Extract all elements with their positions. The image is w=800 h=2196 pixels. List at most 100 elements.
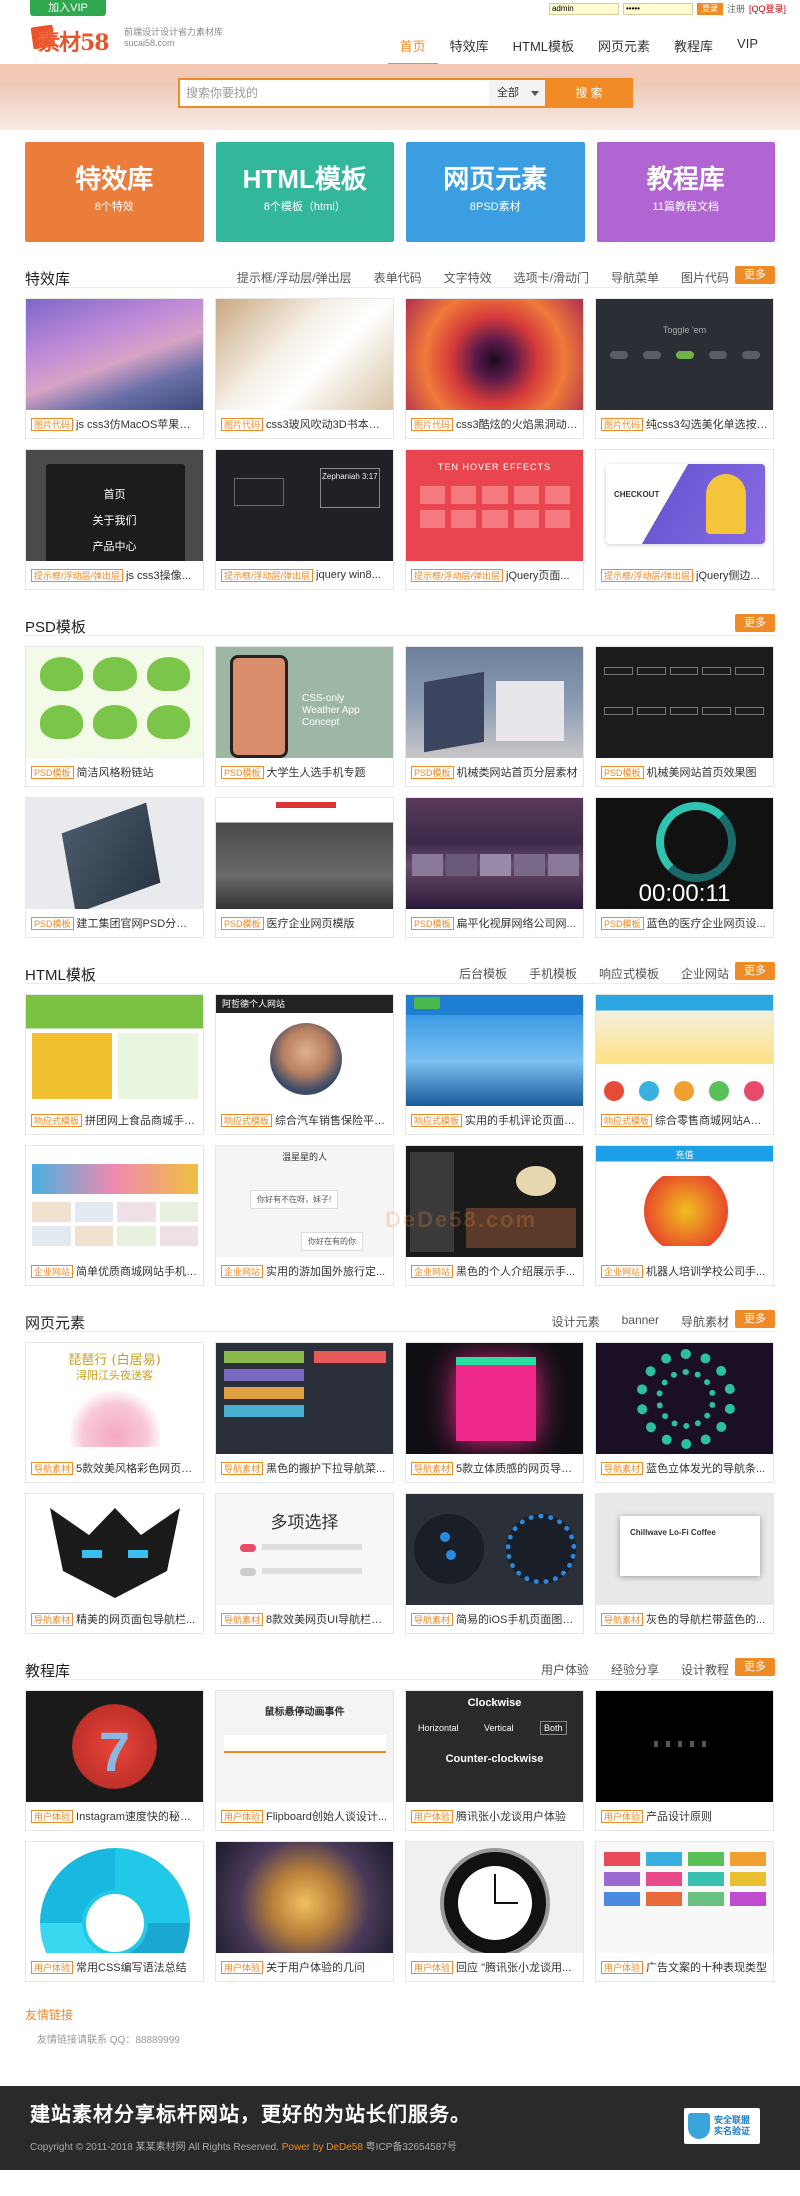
resource-card[interactable]: 鼠标悬停动画事件 用户体验 Flipboard创始人谈设计... xyxy=(215,1690,394,1831)
resource-card[interactable]: 响应式模板 综合零售商城网站APP... xyxy=(595,994,774,1135)
section-tag[interactable]: 设计元素 xyxy=(552,1313,600,1330)
card-title: 简洁风格粉链站 xyxy=(76,767,154,779)
nav-html-templates[interactable]: HTML模板 xyxy=(501,30,586,65)
nav-effects[interactable]: 特效库 xyxy=(438,30,501,65)
powered-by-link[interactable]: Power by DeDe58 xyxy=(282,2142,363,2153)
section-tag[interactable]: 表单代码 xyxy=(374,269,422,286)
resource-card[interactable]: 响应式模板 拼团网上食品商城手机... xyxy=(25,994,204,1135)
resource-card[interactable]: PSD模板 医疗企业网页模版 xyxy=(215,797,394,938)
more-button[interactable]: 更多 xyxy=(735,1658,775,1676)
thumbnail-image xyxy=(406,1494,583,1605)
more-button[interactable]: 更多 xyxy=(735,962,775,980)
section-tag[interactable]: 图片代码 xyxy=(681,269,729,286)
login-form: 登录 注册 [QQ登录] xyxy=(548,2,786,15)
resource-card[interactable]: Clockwise Horizontal Vertical Both Count… xyxy=(405,1690,584,1831)
section-tag[interactable]: banner xyxy=(622,1313,659,1330)
resource-card[interactable]: 用户体验 常用CSS编写语法总结 xyxy=(25,1841,204,1982)
thumbnail-image xyxy=(596,1691,773,1802)
category-badge: 用户体验 xyxy=(601,1960,644,1974)
card-title: jquery win8... xyxy=(316,569,381,581)
resource-card[interactable]: 7 用户体验 Instagram速度快的秘密... xyxy=(25,1690,204,1831)
security-seal[interactable]: 安全联盟 实名验证 xyxy=(684,2108,760,2144)
nav-web-elements[interactable]: 网页元素 xyxy=(586,30,662,65)
resource-card[interactable]: 导航素材 精美的网页面包导航栏... xyxy=(25,1493,204,1634)
category-badge: 提示框/浮动层/弹出层 xyxy=(411,568,504,582)
resource-card[interactable]: 响应式模板 实用的手机评论页面模... xyxy=(405,994,584,1135)
tile-tutorials[interactable]: 教程库 11篇教程文档 xyxy=(596,142,775,242)
resource-card[interactable]: 图片代码 css3玻风吹动3D书本翻... xyxy=(215,298,394,439)
resource-card[interactable]: 温星星的人 你好有不在呀，妹子! 你好在有的你 企业网站 实用的游加国外旅行定..… xyxy=(215,1145,394,1286)
resource-card[interactable]: CHECKOUT 提示框/浮动层/弹出层 jQuery侧边... xyxy=(595,449,774,590)
section-tag[interactable]: 用户体验 xyxy=(541,1661,589,1678)
login-button[interactable]: 登录 xyxy=(696,2,723,15)
resource-card[interactable]: PSD模板 机械类网站首页分层素材 xyxy=(405,646,584,787)
resource-card[interactable]: 图片代码 js css3仿MacOS苹果系... xyxy=(25,298,204,439)
tile-effects[interactable]: 特效库 8个特效 xyxy=(25,142,204,242)
more-button[interactable]: 更多 xyxy=(735,614,775,632)
nav-tutorials[interactable]: 教程库 xyxy=(662,30,725,65)
qq-login-link[interactable]: [QQ登录] xyxy=(749,2,786,15)
section-tag[interactable]: 经验分享 xyxy=(611,1661,659,1678)
thumbnail-image xyxy=(26,647,203,758)
more-button[interactable]: 更多 xyxy=(735,266,775,284)
section-tag[interactable]: 手机模板 xyxy=(529,965,577,982)
resource-card[interactable]: 阿哲德个人网站 响应式模板 综合汽车销售保险平台... xyxy=(215,994,394,1135)
resource-card[interactable]: Toggle 'em 图片代码 纯css3勾选美化单选按钮... xyxy=(595,298,774,439)
resource-card[interactable]: PSD模板 简洁风格粉链站 xyxy=(25,646,204,787)
section-tag[interactable]: 导航素材 xyxy=(681,1313,729,1330)
resource-card[interactable]: PSD模板 扁平化视屏网络公司网... xyxy=(405,797,584,938)
nav-vip[interactable]: VIP xyxy=(725,30,770,65)
username-input[interactable] xyxy=(548,2,619,15)
resource-card[interactable]: 充值 企业网站 机器人培训学校公司手... xyxy=(595,1145,774,1286)
resource-card[interactable]: Chillwave Lo-Fi Coffee 导航素材 灰色的导航栏带蓝色的... xyxy=(595,1493,774,1634)
search-button[interactable]: 搜 索 xyxy=(545,78,633,108)
register-link[interactable]: 注册 xyxy=(727,2,745,15)
resource-card[interactable]: TEN HOVER EFFECTS 提示框/浮动层/弹出层 jQuery页面... xyxy=(405,449,584,590)
icp-number[interactable]: 粤ICP备32654587号 xyxy=(366,2142,457,2153)
nav-home[interactable]: 首页 xyxy=(387,30,438,65)
search-input[interactable]: 搜索你要找的 xyxy=(178,78,489,108)
category-badge: 导航素材 xyxy=(221,1461,264,1475)
site-logo[interactable]: 素材58 前端设计设计省力素材库 sucai58.com xyxy=(30,24,223,56)
resource-card[interactable]: PSD模板 建工集团官网PSD分层素... xyxy=(25,797,204,938)
category-badge: 提示框/浮动层/弹出层 xyxy=(601,568,694,582)
resource-card[interactable]: 企业网站 简单优质商城网站手机人... xyxy=(25,1145,204,1286)
resource-card[interactable]: 首页 关于我们 产品中心 提示框/浮动层/弹出层 js css3操像... xyxy=(25,449,204,590)
resource-card[interactable]: CSS-only Weather App Concept PSD模板 大学生人选手… xyxy=(215,646,394,787)
resource-card[interactable]: 用户体验 广告文案的十种表现类型 xyxy=(595,1841,774,1982)
resource-card[interactable]: PSD模板 机械美网站首页效果图 xyxy=(595,646,774,787)
resource-card[interactable]: 图片代码 css3酷炫的火焰黑洞动画... xyxy=(405,298,584,439)
section-tag[interactable]: 文字特效 xyxy=(444,269,492,286)
resource-card[interactable]: 用户体验 产品设计原则 xyxy=(595,1690,774,1831)
resource-card[interactable]: 00:00:11 PSD模板 蓝色的医疗企业网页设... xyxy=(595,797,774,938)
resource-card[interactable]: 用户体验 回应 "腾讯张小龙谈用... xyxy=(405,1841,584,1982)
resource-card[interactable]: 用户体验 关于用户体验的几问 xyxy=(215,1841,394,1982)
section-tag[interactable]: 设计教程 xyxy=(681,1661,729,1678)
resource-card[interactable]: 导航素材 简易的iOS手机页面图标... xyxy=(405,1493,584,1634)
section-tag[interactable]: 导航菜单 xyxy=(611,269,659,286)
section-tag[interactable]: 企业网站 xyxy=(681,965,729,982)
section-tag[interactable]: 响应式模板 xyxy=(599,965,659,982)
resource-card[interactable]: 多项选择 导航素材 8款效美网页UI导航栏PS... xyxy=(215,1493,394,1634)
category-badge: 响应式模板 xyxy=(221,1113,273,1127)
section-effects: 特效库 提示框/浮动层/弹出层 表单代码 文字特效 选项卡/滑动门 导航菜单 图… xyxy=(25,264,775,590)
more-button[interactable]: 更多 xyxy=(735,1310,775,1328)
section-tag[interactable]: 后台模板 xyxy=(459,965,507,982)
card-title: 5款效美风格彩色网页导... xyxy=(76,1463,198,1475)
resource-card[interactable]: 导航素材 5款立体质感的网页导航... xyxy=(405,1342,584,1483)
card-title: 精美的网页面包导航栏... xyxy=(76,1614,196,1626)
thumbnail-image xyxy=(216,1343,393,1454)
resource-card[interactable]: 琵琶行 (白居易) 浔阳江头夜送客 导航素材 5款效美风格彩色网页导... xyxy=(25,1342,204,1483)
resource-card[interactable]: Zephaniah 3:17 提示框/浮动层/弹出层 jquery win8... xyxy=(215,449,394,590)
friend-links: 友情链接 友情链接请联系 QQ：88889999 xyxy=(25,2006,775,2086)
join-vip-button[interactable]: 加入VIP xyxy=(30,0,106,16)
section-tag[interactable]: 提示框/浮动层/弹出层 xyxy=(237,269,352,286)
section-tag[interactable]: 选项卡/滑动门 xyxy=(514,269,589,286)
tile-html-templates[interactable]: HTML模板 8个模板（html） xyxy=(215,142,394,242)
search-category-select[interactable]: 全部 xyxy=(489,78,545,108)
resource-card[interactable]: 导航素材 黑色的搬护下拉导航菜... xyxy=(215,1342,394,1483)
tile-web-elements[interactable]: 网页元素 8PSD素材 xyxy=(406,142,585,242)
resource-card[interactable]: 导航素材 蓝色立体发光的导航条... xyxy=(595,1342,774,1483)
thumbnail-image xyxy=(406,995,583,1106)
password-input[interactable] xyxy=(622,2,693,15)
